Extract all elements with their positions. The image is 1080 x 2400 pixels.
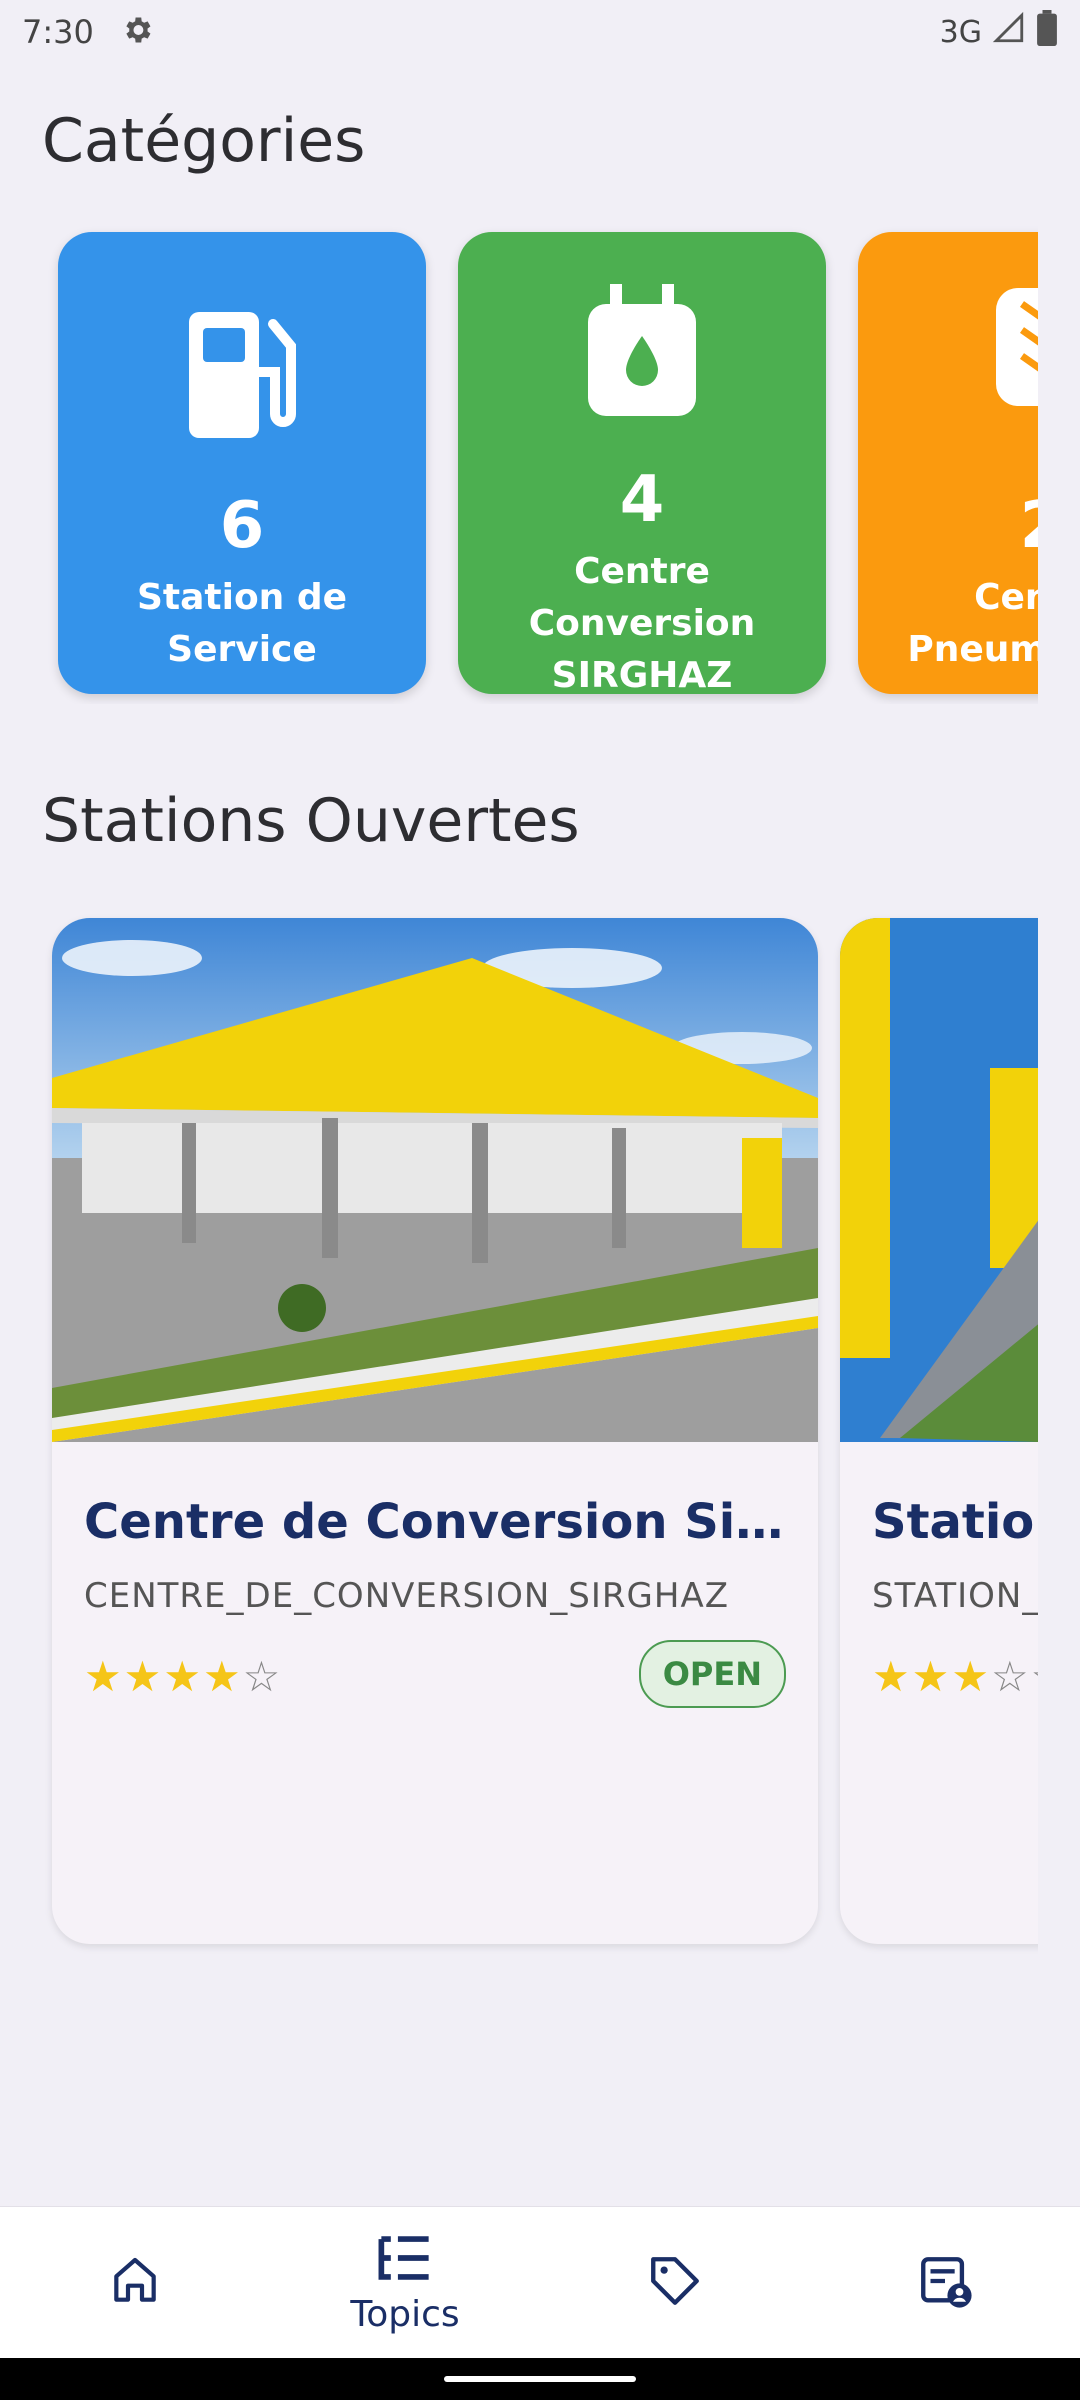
category-count: 2 [858,494,1038,558]
tire-icon [858,288,1038,406]
nav-home[interactable] [0,2207,270,2359]
nav-topics[interactable]: Topics [270,2207,540,2359]
nav-topics-label: Topics [350,2293,460,2335]
station-code: STATION_ [872,1576,1038,1616]
station-name: Centre de Conversion Sirghaz [84,1494,784,1550]
category-label: Centre Pneumatique [907,577,1038,670]
network-type: 3G [939,14,982,50]
open-status-badge: OPEN [638,1640,786,1708]
star-filled-icon: ★ [911,1652,952,1701]
bottom-navigation: Topics [0,2206,1080,2359]
settings-gear-icon [120,13,154,51]
nav-account[interactable] [810,2207,1080,2359]
categories-carousel[interactable]: 6 Station de Service 4 Centre Conversion… [0,214,1038,704]
status-time: 7:30 [22,13,94,51]
star-empty-icon: ☆ [990,1652,1031,1701]
system-gesture-bar [0,2358,1080,2400]
category-label: Station de Service [136,577,348,670]
star-filled-icon: ★ [872,1652,912,1701]
gas-canister-icon [458,284,826,416]
stations-carousel[interactable]: Centre de Conversion Sirghaz CENTRE_DE_C… [0,900,1038,1960]
stations-title: Stations Ouvertes [42,786,580,856]
station-card[interactable]: Station STATION_ ★★★☆☆ [840,918,1038,1944]
star-filled-icon: ★ [84,1652,124,1701]
account-document-icon [916,2252,974,2314]
station-card[interactable]: Centre de Conversion Sirghaz CENTRE_DE_C… [52,918,818,1944]
category-count: 6 [219,489,265,563]
categories-title: Catégories [42,106,366,176]
star-empty-icon: ☆ [1031,1652,1038,1701]
signal-icon [992,11,1026,53]
star-filled-icon: ★ [163,1652,203,1701]
station-photo [840,918,1038,1442]
station-name: Station [872,1494,1038,1550]
star-filled-icon: ★ [202,1652,243,1701]
category-label: Centre Conversion SIRGHAZ [528,551,756,696]
station-rating: ★★★☆☆ [872,1652,1038,1701]
home-icon [107,2253,163,2313]
station-code: CENTRE_DE_CONVERSION_SIRGHAZ [84,1576,729,1616]
station-rating: ★★★★☆ [84,1652,282,1701]
star-filled-icon: ★ [123,1652,164,1701]
star-filled-icon: ★ [951,1652,991,1701]
status-bar: 7:30 3G [0,0,1080,64]
station-photo [52,918,818,1448]
topics-list-icon [376,2232,434,2288]
category-count: 4 [619,463,665,537]
battery-icon [1036,10,1058,54]
fuel-pump-icon [58,312,426,438]
category-card-station-service[interactable]: 6 Station de Service [58,232,426,694]
home-gesture-handle[interactable] [444,2376,636,2382]
tag-icon [646,2252,704,2314]
category-card-conversion-sirghaz[interactable]: 4 Centre Conversion SIRGHAZ [458,232,826,696]
nav-tags[interactable] [540,2207,810,2359]
star-empty-icon: ☆ [242,1652,283,1701]
category-card-pneumatique[interactable]: 2 Centre Pneumatique [858,232,1038,694]
